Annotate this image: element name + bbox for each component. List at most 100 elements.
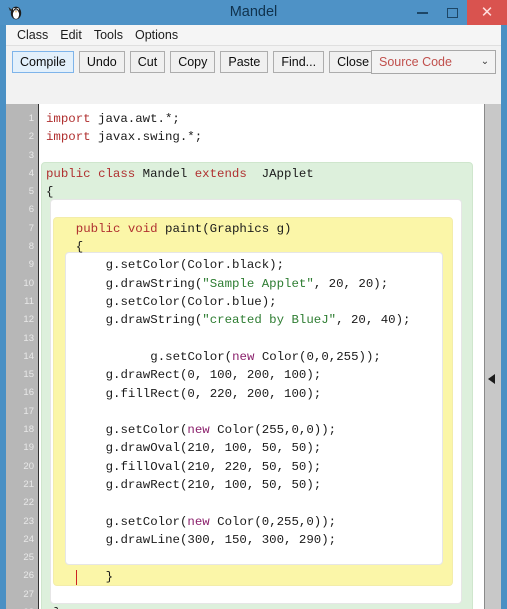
code-token: java.awt.*; — [90, 112, 180, 126]
code-token: new — [187, 514, 210, 529]
toolbar: Compile Undo Cut Copy Paste Find... Clos… — [6, 46, 501, 78]
code-token: g.drawOval(210, 100, 50, 50); — [105, 441, 322, 456]
line-number: 19 — [23, 442, 34, 454]
close-icon: ✕ — [480, 4, 494, 21]
code-token: g.setColor( — [105, 423, 188, 438]
code-line: public void paint(Graphics g) — [39, 220, 292, 238]
code-line: } — [39, 604, 60, 609]
code-line: g.fillRect(0, 220, 200, 100); — [39, 385, 322, 403]
line-number: 17 — [23, 405, 34, 417]
code-token: g.drawRect(210, 100, 50, 50); — [105, 478, 322, 492]
code-token: paint(Graphics g) — [157, 221, 292, 236]
code-line: g.drawRect(210, 100, 50, 50); — [39, 476, 322, 494]
code-line: g.drawString("created by BlueJ", 20, 40)… — [39, 311, 411, 329]
code-token: g.setColor(Color.blue); — [105, 295, 277, 309]
code-token: void — [127, 221, 158, 236]
menu-item-edit[interactable]: Edit — [54, 25, 88, 45]
line-number: 4 — [28, 167, 34, 179]
code-token: g.fillRect(0, 220, 200, 100); — [105, 386, 322, 401]
code-token: public — [75, 221, 121, 236]
code-editor: 1 2 3 4 5 6 7 8 9 10 11 12 13 14 15 16 17 18 19 20 21 22 23 24 2… — [6, 104, 501, 609]
view-selector-dropdown[interactable]: Source Code ⌄ — [371, 50, 496, 74]
code-token: g.setColor(Color.black); — [105, 258, 285, 273]
find-button[interactable]: Find... — [273, 51, 325, 73]
compile-button[interactable]: Compile — [12, 51, 74, 73]
line-number: 24 — [23, 533, 34, 545]
code-line: import javax.swing.*; — [39, 128, 202, 146]
line-number: 9 — [28, 259, 34, 271]
window-body: Class Edit Tools Options Compile Undo Cu… — [6, 25, 501, 609]
minimize-icon — [416, 11, 428, 14]
code-token: new — [232, 349, 255, 364]
line-number: 11 — [24, 295, 34, 307]
code-token: class — [98, 166, 136, 181]
left-arrow-icon — [488, 374, 495, 384]
code-token: g.fillOval(210, 220, 50, 50); — [105, 459, 322, 474]
code-token: new — [187, 423, 210, 438]
line-number: 28 — [6, 604, 38, 609]
line-number: 2 — [28, 131, 34, 143]
code-token: Color(255,0,0)); — [209, 423, 337, 438]
code-token: javax.swing.*; — [90, 130, 203, 145]
line-number: 7 — [28, 222, 34, 234]
menu-item-tools[interactable]: Tools — [88, 25, 129, 45]
menu-item-class[interactable]: Class — [11, 25, 54, 45]
code-token: import — [46, 130, 91, 145]
line-number: 22 — [23, 497, 34, 509]
line-number: 12 — [23, 314, 34, 326]
code-line: g.setColor(new Color(0,255,0)); — [39, 513, 337, 531]
line-number: 18 — [23, 424, 34, 436]
line-number: 10 — [23, 277, 34, 289]
code-line: { — [39, 183, 53, 201]
code-token: "created by BlueJ" — [202, 313, 337, 328]
line-number: 5 — [28, 186, 34, 198]
code-line: g.setColor(new Color(255,0,0)); — [39, 421, 337, 439]
line-number-gutter: 1 2 3 4 5 6 7 8 9 10 11 12 13 14 15 16 17 18 19 20 21 22 23 24 2… — [6, 104, 39, 609]
maximize-icon — [446, 7, 458, 18]
title-bar: Mandel ✕ — [0, 0, 507, 25]
code-token: { — [75, 240, 84, 255]
undo-button[interactable]: Undo — [78, 51, 125, 73]
code-text-area[interactable]: import java.awt.*; import javax.swing.*; p… — [39, 104, 484, 609]
minimize-button[interactable] — [407, 0, 437, 25]
vertical-scrollbar[interactable] — [484, 104, 501, 609]
code-token: g.drawString( — [105, 276, 203, 291]
chevron-down-icon: ⌄ — [480, 56, 490, 67]
code-token: g.drawString( — [105, 313, 203, 328]
line-number: 26 — [23, 570, 34, 582]
paste-button[interactable]: Paste — [220, 51, 269, 73]
line-number: 23 — [23, 515, 34, 527]
code-token: g.setColor( — [150, 349, 233, 364]
code-line: g.drawRect(0, 100, 200, 100); — [39, 366, 322, 384]
code-token: public — [46, 166, 91, 181]
code-token: Mandel — [135, 166, 195, 181]
line-number: 3 — [28, 149, 34, 161]
code-token: g.drawLine(300, 150, 300, 290); — [105, 532, 337, 547]
code-line: g.setColor(new Color(0,0,255)); — [39, 348, 381, 366]
code-token: "Sample Applet" — [202, 276, 314, 291]
code-token: , 20, 20); — [313, 276, 389, 291]
line-number: 1 — [28, 113, 34, 124]
menu-item-options[interactable]: Options — [129, 25, 184, 45]
maximize-button[interactable] — [437, 0, 467, 25]
text-caret — [75, 569, 78, 585]
code-token: import — [46, 112, 91, 126]
code-token: JApplet — [246, 166, 314, 181]
close-editor-button[interactable]: Close — [329, 51, 378, 73]
code-line: g.setColor(Color.blue); — [39, 293, 277, 311]
code-line: import java.awt.*; — [39, 110, 180, 128]
line-number: 14 — [23, 350, 34, 362]
copy-button[interactable]: Copy — [170, 51, 216, 73]
line-number: 25 — [23, 552, 34, 564]
line-number: 13 — [23, 332, 34, 344]
cut-button[interactable]: Cut — [129, 51, 166, 73]
code-token: Color(0,255,0)); — [209, 514, 337, 529]
code-token: { — [46, 185, 54, 200]
close-button[interactable]: ✕ — [467, 0, 507, 25]
